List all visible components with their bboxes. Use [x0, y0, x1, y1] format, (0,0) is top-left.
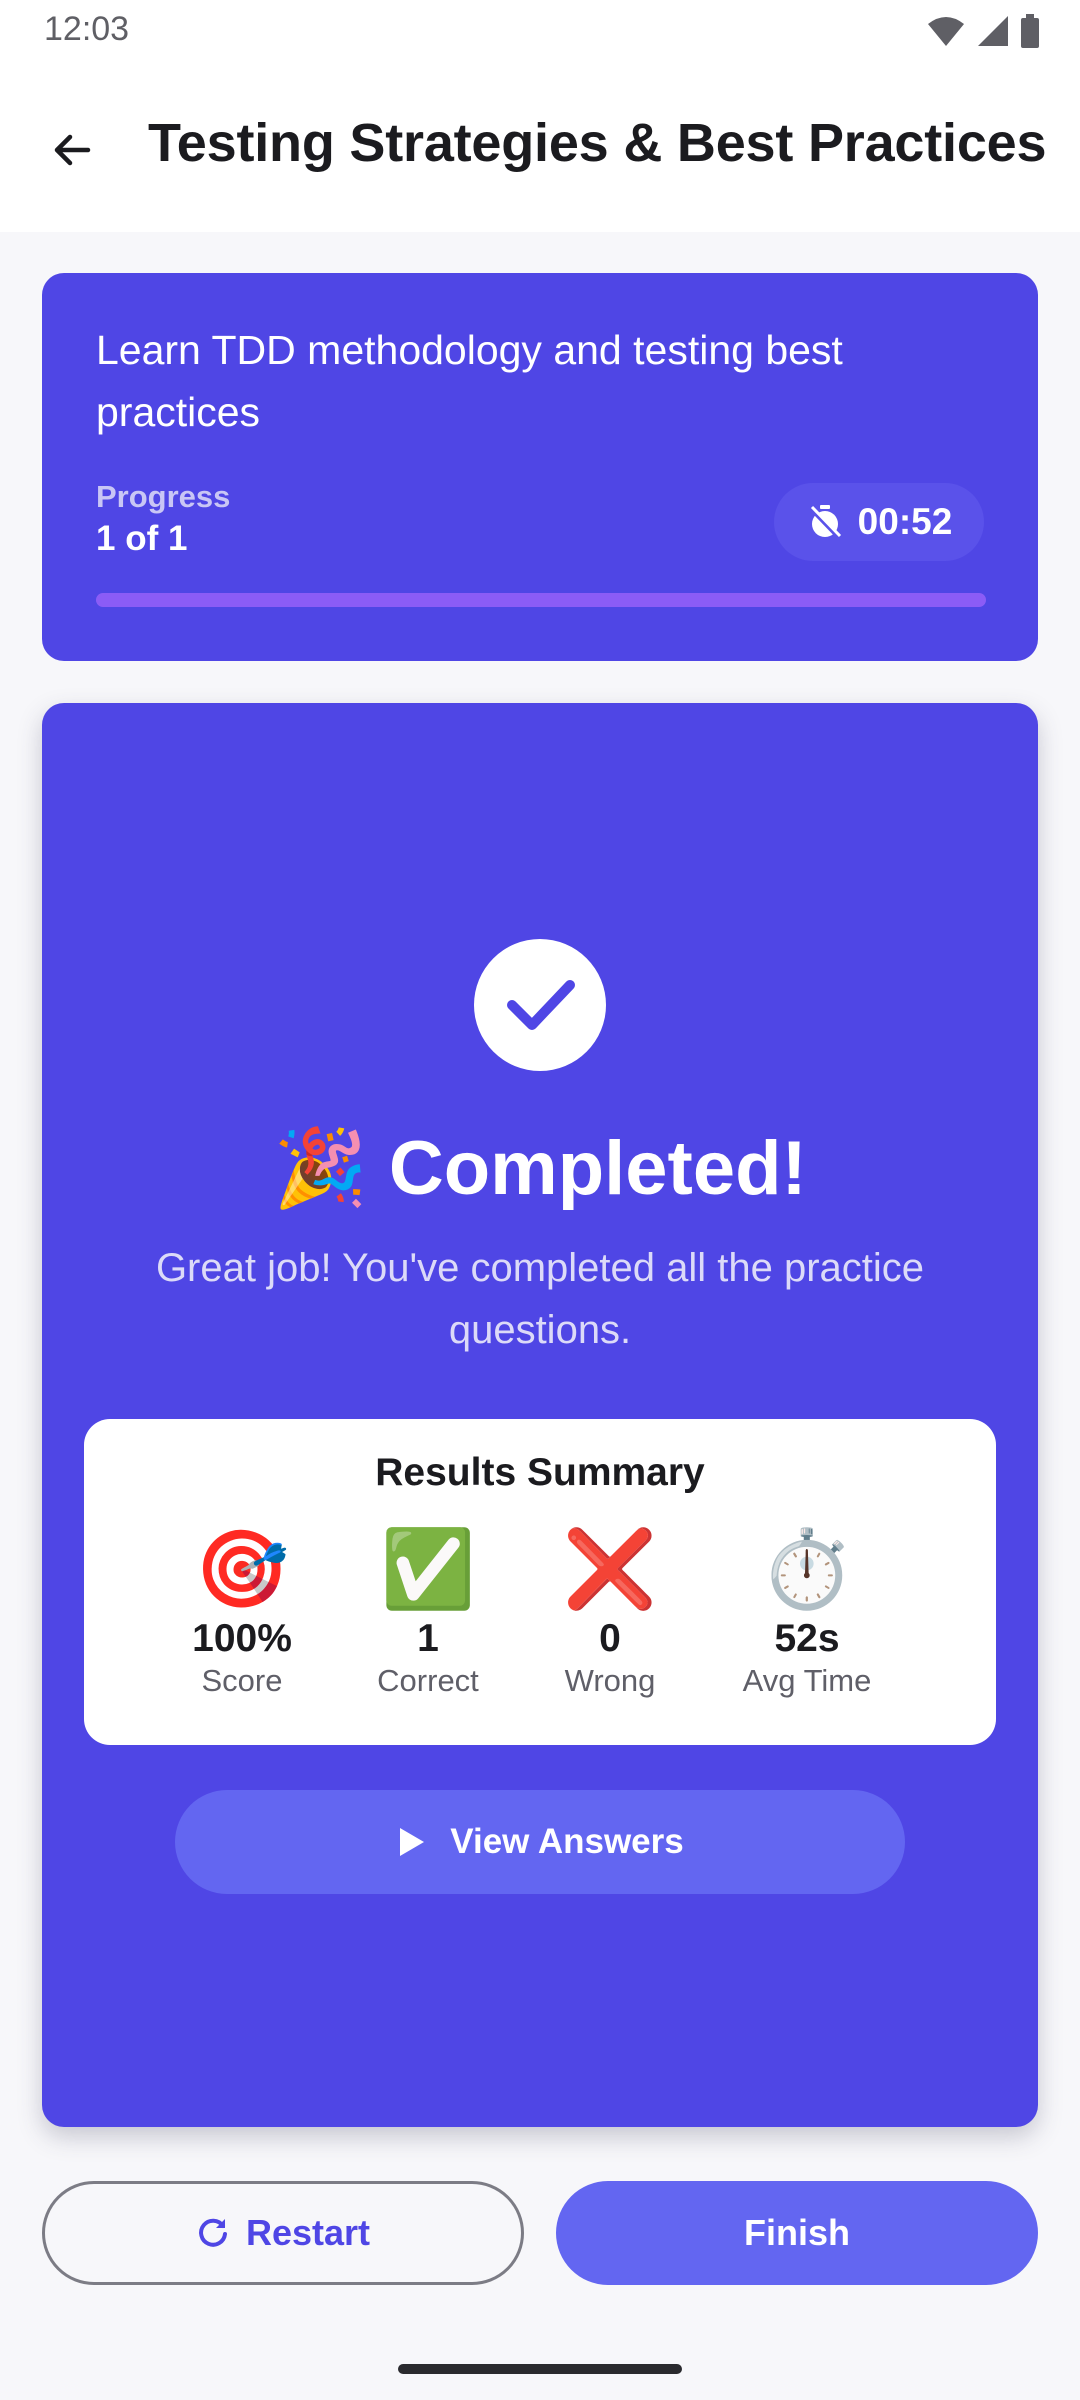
arrow-left-icon — [54, 134, 91, 166]
timer-text: 00:52 — [857, 501, 953, 542]
target-icon: 🎯 — [194, 1527, 290, 1612]
restart-label: Restart — [245, 2212, 371, 2253]
check-icon — [507, 980, 575, 1030]
finish-button[interactable]: Finish — [556, 2181, 1038, 2285]
check-badge — [474, 939, 606, 1071]
progress-label: Progress — [96, 479, 231, 514]
stat-value: 52s — [774, 1617, 840, 1660]
progress-value: 1 of 1 — [96, 519, 188, 558]
stat-value: 100% — [192, 1617, 292, 1660]
signal-icon — [978, 16, 1008, 46]
finish-label: Finish — [744, 2212, 850, 2253]
stat-label: Wrong — [564, 1663, 656, 1698]
results-summary: Results Summary 🎯 100% Score ✅ 1 Correct… — [84, 1419, 996, 1745]
stat-label: Avg Time — [742, 1663, 872, 1698]
refresh-icon — [199, 2218, 227, 2247]
play-icon — [400, 1828, 425, 1856]
completed-subtitle: Great job! You've completed all the prac… — [155, 1246, 925, 1352]
timer-badge: 00:52 — [774, 483, 984, 561]
stat-score: 🎯 100% Score — [152, 1527, 332, 1701]
app-bar: Testing Strategies & Best Practices — [0, 62, 1080, 232]
check-mark-icon: ✅ — [380, 1527, 476, 1612]
stat-value: 0 — [599, 1617, 621, 1660]
status-time: 12:03 — [44, 10, 130, 48]
progress-bar — [96, 593, 986, 607]
course-description: Learn TDD methodology and testing best p… — [96, 327, 843, 435]
course-info-card: Learn TDD methodology and testing best p… — [42, 273, 1038, 661]
stat-correct: ✅ 1 Correct — [338, 1527, 518, 1701]
view-answers-label: View Answers — [450, 1822, 684, 1861]
stat-label: Correct — [377, 1663, 479, 1698]
view-answers-button[interactable]: View Answers — [175, 1790, 905, 1894]
timer-off-icon — [809, 505, 841, 540]
status-bar: 12:03 — [0, 0, 1080, 62]
stat-avg-time: ⏱️ 52s Avg Time — [717, 1527, 897, 1701]
stat-wrong: ❌ 0 Wrong — [520, 1527, 700, 1701]
cross-mark-icon: ❌ — [562, 1527, 658, 1612]
stat-value: 1 — [417, 1617, 439, 1660]
result-card: 🎉 Completed! Great job! You've completed… — [42, 703, 1038, 2127]
results-summary-title: Results Summary — [375, 1451, 705, 1494]
home-indicator[interactable] — [398, 2364, 682, 2374]
wifi-icon — [928, 17, 964, 46]
progress-bar-fill — [96, 593, 986, 607]
back-button[interactable] — [36, 114, 108, 186]
restart-button[interactable]: Restart — [42, 2181, 524, 2285]
completed-title: 🎉 Completed! — [273, 1126, 807, 1211]
stopwatch-icon: ⏱️ — [759, 1527, 855, 1612]
battery-icon — [1021, 14, 1039, 48]
page-title: Testing Strategies & Best Practices — [148, 113, 1047, 173]
stat-label: Score — [201, 1663, 283, 1698]
status-icons — [926, 14, 1040, 48]
